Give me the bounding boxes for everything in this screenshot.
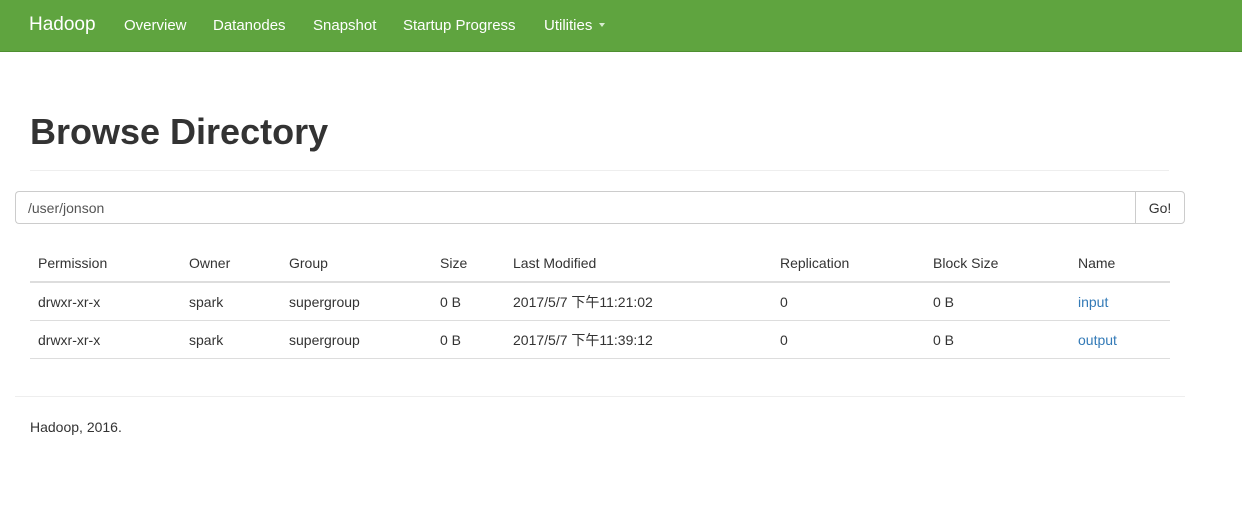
nav-item-datanodes[interactable]: Datanodes bbox=[213, 17, 286, 34]
cell-replication: 0 bbox=[772, 282, 925, 321]
table-row: drwxr-xr-x spark supergroup 0 B 2017/5/7… bbox=[30, 282, 1170, 321]
cell-block-size: 0 B bbox=[925, 320, 1070, 359]
table-row: drwxr-xr-x spark supergroup 0 B 2017/5/7… bbox=[30, 320, 1170, 359]
nav-item-snapshot[interactable]: Snapshot bbox=[313, 17, 376, 34]
title-divider bbox=[30, 170, 1169, 171]
column-header-replication[interactable]: Replication bbox=[772, 245, 925, 283]
cell-last-modified: 2017/5/7 下午11:39:12 bbox=[505, 320, 772, 359]
cell-group: supergroup bbox=[281, 320, 432, 359]
footer-text: Hadoop, 2016. bbox=[30, 419, 122, 435]
cell-name: output bbox=[1070, 320, 1170, 359]
footer-divider bbox=[15, 396, 1185, 397]
column-header-size[interactable]: Size bbox=[432, 245, 505, 283]
cell-block-size: 0 B bbox=[925, 282, 1070, 321]
cell-group: supergroup bbox=[281, 282, 432, 321]
cell-permission: drwxr-xr-x bbox=[30, 282, 181, 321]
cell-owner: spark bbox=[181, 282, 281, 321]
directory-link-input[interactable]: input bbox=[1078, 294, 1108, 310]
table-header-row: Permission Owner Group Size Last Modifie… bbox=[30, 245, 1170, 283]
nav-item-overview[interactable]: Overview bbox=[124, 17, 187, 34]
cell-replication: 0 bbox=[772, 320, 925, 359]
column-header-group[interactable]: Group bbox=[281, 245, 432, 283]
nav-item-utilities-label: Utilities bbox=[544, 17, 593, 34]
cell-size: 0 B bbox=[432, 320, 505, 359]
directory-path-input[interactable] bbox=[15, 191, 1135, 224]
column-header-permission[interactable]: Permission bbox=[30, 245, 181, 283]
top-navbar: Hadoop Overview Datanodes Snapshot Start… bbox=[0, 0, 1242, 52]
nav-item-startup-progress[interactable]: Startup Progress bbox=[403, 17, 516, 34]
cell-size: 0 B bbox=[432, 282, 505, 321]
column-header-last-modified[interactable]: Last Modified bbox=[505, 245, 772, 283]
directory-table: Permission Owner Group Size Last Modifie… bbox=[30, 245, 1170, 359]
column-header-owner[interactable]: Owner bbox=[181, 245, 281, 283]
nav-item-utilities[interactable]: Utilities bbox=[544, 17, 606, 34]
cell-name: input bbox=[1070, 282, 1170, 321]
cell-permission: drwxr-xr-x bbox=[30, 320, 181, 359]
cell-owner: spark bbox=[181, 320, 281, 359]
caret-down-icon bbox=[599, 23, 606, 27]
navbar-brand[interactable]: Hadoop bbox=[29, 14, 96, 36]
page-title: Browse Directory bbox=[30, 111, 329, 152]
column-header-name[interactable]: Name bbox=[1070, 245, 1170, 283]
go-button[interactable]: Go! bbox=[1135, 191, 1185, 224]
column-header-block-size[interactable]: Block Size bbox=[925, 245, 1070, 283]
cell-last-modified: 2017/5/7 下午11:21:02 bbox=[505, 282, 772, 321]
directory-link-output[interactable]: output bbox=[1078, 332, 1117, 348]
